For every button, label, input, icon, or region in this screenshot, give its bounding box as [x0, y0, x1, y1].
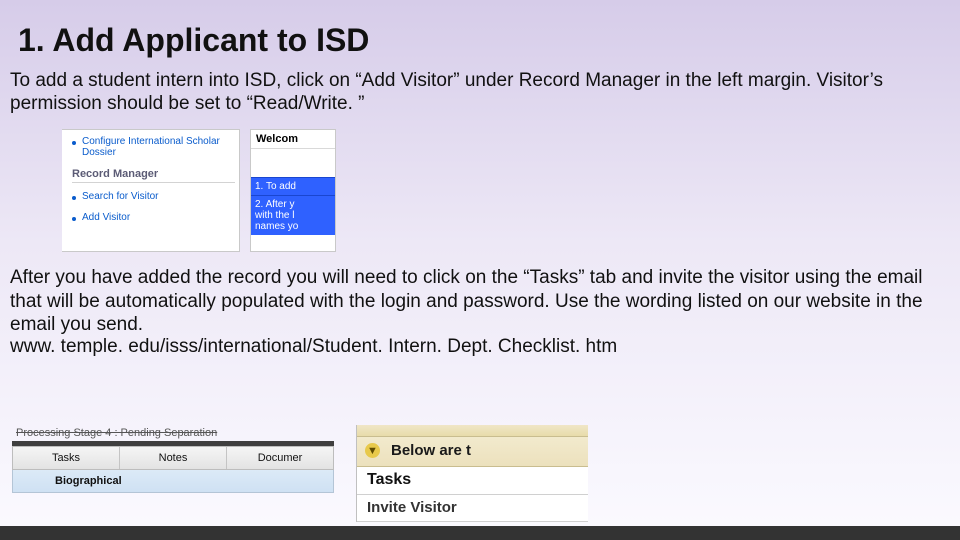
instruction-step-2: 2. After y with the l names yo: [251, 195, 335, 235]
sidebar-panel: Configure International Scholar Dossier …: [62, 129, 240, 252]
page-title: 1. Add Applicant to ISD: [0, 0, 960, 65]
tab-documents[interactable]: Documer: [227, 447, 333, 469]
tasks-panel: ▼ Below are t Tasks Invite Visitor: [356, 425, 588, 522]
bullet-icon: [72, 141, 76, 145]
sidebar-item-label: Configure International Scholar Dossier: [82, 136, 235, 158]
tasks-below-label: Below are t: [391, 442, 471, 459]
paragraph-1: To add a student intern into ISD, click …: [0, 65, 960, 115]
sidebar-item-label: Search for Visitor: [82, 191, 159, 202]
sidebar-item-label: Add Visitor: [82, 212, 130, 223]
screenshot-record-manager: Configure International Scholar Dossier …: [62, 129, 960, 252]
sidebar-section-record-manager: Record Manager: [72, 168, 235, 183]
welcome-panel: Welcom 1. To add 2. After y with the l n…: [250, 129, 336, 252]
tab-row: Tasks Notes Documer: [12, 446, 334, 470]
welcome-heading: Welcom: [251, 130, 335, 149]
bullet-icon: [72, 217, 76, 221]
task-invite-visitor[interactable]: Invite Visitor: [357, 495, 588, 522]
sidebar-item-configure[interactable]: Configure International Scholar Dossier: [72, 136, 235, 158]
instruction-step-1: 1. To add: [251, 177, 335, 195]
paragraph-2: After you have added the record you will…: [0, 262, 960, 336]
tab-notes[interactable]: Notes: [120, 447, 227, 469]
tasks-heading: Tasks: [357, 467, 588, 495]
checklist-url: www. temple. edu/isss/international/Stud…: [0, 336, 960, 358]
processing-stage-text: Processing Stage 4 : Pending Separation: [12, 425, 334, 441]
bullet-icon: [72, 196, 76, 200]
tasks-below-bar: ▼ Below are t: [357, 437, 588, 467]
tabs-panel: Processing Stage 4 : Pending Separation …: [12, 425, 334, 493]
tasks-top-strip: [357, 425, 588, 437]
arrow-down-icon: ▼: [365, 443, 380, 458]
screenshot-tasks: Processing Stage 4 : Pending Separation …: [12, 425, 588, 522]
tab-tasks[interactable]: Tasks: [13, 447, 120, 469]
footer-bar: [0, 526, 960, 540]
sidebar-item-add-visitor[interactable]: Add Visitor: [72, 212, 235, 223]
sidebar-item-search[interactable]: Search for Visitor: [72, 191, 235, 202]
subtab-biographical[interactable]: Biographical: [12, 470, 334, 493]
